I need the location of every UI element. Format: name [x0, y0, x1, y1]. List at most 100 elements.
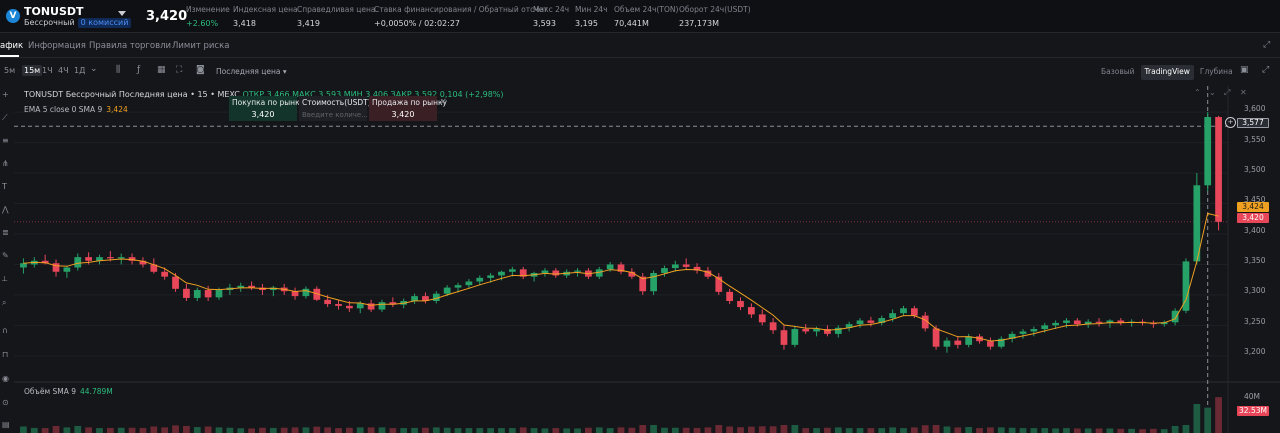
volume-bar	[422, 427, 429, 433]
candle-body	[726, 291, 734, 301]
volume-bar	[139, 427, 147, 433]
legend-title: TONUSDT Бессрочный Последняя цена • 15 •…	[24, 90, 240, 99]
chevron-down-icon: ▾	[282, 67, 287, 76]
volume-bar	[769, 426, 777, 433]
view-basic[interactable]: Базовый	[1097, 65, 1139, 80]
volume-bar	[1106, 428, 1114, 433]
candle-body	[443, 287, 451, 294]
horizontal-line-icon[interactable]: ≡	[2, 136, 9, 145]
price-tick: 3,350	[1244, 256, 1266, 265]
volume-bar	[530, 428, 538, 433]
candle-body	[965, 336, 973, 345]
close-pane-icon[interactable]: ✕	[1240, 88, 1247, 97]
tab-risk-limit[interactable]: Лимит риска	[172, 41, 229, 51]
fullscreen-icon[interactable]: ⛶	[176, 65, 182, 75]
timeframe-5m[interactable]: 5м	[4, 66, 15, 75]
visibility-icon[interactable]: ◉	[2, 374, 9, 383]
volume-bar	[987, 427, 994, 433]
tab-information[interactable]: Информация	[28, 41, 86, 51]
camera-icon[interactable]: ◙	[196, 65, 205, 75]
cursor-icon[interactable]: +	[2, 90, 9, 99]
candle-body	[1095, 321, 1103, 323]
volume-bar	[574, 428, 581, 433]
stat-label: Изменение	[186, 5, 230, 14]
market-sell-button[interactable]: Продажа по рынку 3,420	[369, 96, 447, 121]
calendar-icon[interactable]: ▣	[1240, 65, 1249, 75]
view-tradingview[interactable]: TradingView	[1140, 65, 1194, 80]
timeframe-1h[interactable]: 1Ч	[42, 66, 53, 75]
fib-icon[interactable]: ≣	[2, 228, 9, 237]
volume-bar	[1160, 429, 1168, 433]
add-alert-icon[interactable]: +	[1225, 117, 1236, 128]
candle-body	[476, 277, 484, 282]
arrow-up-icon[interactable]: ⌃	[1194, 88, 1201, 97]
volume-bar	[367, 427, 375, 433]
volume-bar	[791, 425, 799, 433]
trend-line-icon[interactable]: ⟋	[2, 113, 8, 123]
ema-price-tag: 3,424	[1237, 202, 1269, 212]
trash-icon[interactable]: ▤	[2, 420, 10, 429]
indicators-icon[interactable]: ƒ	[137, 65, 140, 75]
maximize-pane-icon[interactable]: ⤢	[1224, 88, 1230, 98]
timeframe-1d[interactable]: 1Д	[74, 66, 85, 75]
lock-icon[interactable]: ⊓	[2, 350, 8, 359]
brush-icon[interactable]: ✎	[2, 251, 9, 260]
volume-bar	[595, 427, 603, 433]
candle-body	[541, 270, 549, 273]
candle-body	[1204, 117, 1212, 186]
volume-bar	[302, 427, 310, 433]
candles-icon[interactable]: ⫼	[116, 65, 120, 75]
last-price-tag: 3,420	[1237, 213, 1269, 223]
price-type-select[interactable]: Последняя цена ▾	[216, 67, 287, 76]
layout-icon[interactable]: ▦	[157, 65, 166, 75]
volume-bar	[85, 427, 92, 433]
volume-bar	[606, 428, 614, 433]
stat-label: Объем 24ч(TON)	[614, 5, 679, 14]
volume-bar	[324, 427, 332, 433]
candle-body	[117, 257, 125, 259]
pitchfork-icon[interactable]: ⋔	[2, 159, 9, 168]
measure-icon[interactable]: ⟂	[2, 274, 7, 284]
volume-bar	[541, 428, 549, 433]
volume-bar	[465, 428, 473, 433]
arrow-down-icon[interactable]: ⌄	[1209, 88, 1216, 97]
candlestick-chart[interactable]	[14, 86, 1280, 433]
zoom-icon[interactable]: ⌕	[2, 298, 6, 308]
volume-bar	[976, 428, 983, 433]
ema-value: 3,424	[106, 105, 128, 114]
stat-low-24h: Мин 24ч 3,195	[575, 5, 608, 28]
divider	[0, 57, 1280, 58]
text-icon[interactable]: T	[2, 182, 7, 191]
expand-icon[interactable]: ⤢	[1262, 65, 1269, 75]
volume-tag: 32.53M	[1237, 406, 1269, 416]
volume-bar	[693, 427, 701, 433]
symbol-name[interactable]: TONUSDT	[24, 5, 84, 18]
candle-body	[574, 270, 581, 272]
candle-body	[183, 288, 190, 298]
volume-bar	[682, 427, 690, 433]
tab-trading-rules[interactable]: Правила торговли	[89, 41, 171, 51]
magnet-icon[interactable]: ∩	[2, 326, 8, 335]
cost-input[interactable]: Стоимость(USDT) Введите количе...	[299, 96, 371, 121]
eye-icon[interactable]: ⊙	[2, 398, 9, 407]
volume-legend: Объём SMA 9 44.789M	[24, 387, 113, 396]
ema-legend: EMA 5 close 0 SMA 9 3,424	[24, 105, 128, 114]
stat-label: Индексная цена	[233, 5, 298, 14]
timeframe-15m[interactable]: 15м	[22, 65, 43, 76]
volume-bar	[1117, 428, 1125, 433]
candle-body	[900, 308, 907, 314]
chevron-down-icon[interactable]	[118, 11, 126, 16]
view-depth[interactable]: Глубина	[1196, 65, 1237, 80]
collapse-icon[interactable]: ⤢	[1263, 40, 1270, 50]
stat-label: Ставка финансирования / Обратный отсчет	[374, 5, 548, 14]
tab-chart[interactable]: афик	[0, 41, 23, 51]
timeframe-4h[interactable]: 4Ч	[58, 66, 69, 75]
chart-area[interactable]: TONUSDT Бессрочный Последняя цена • 15 •…	[14, 86, 1280, 433]
market-buy-button[interactable]: Покупка по рынку 3,420	[229, 96, 304, 121]
volume-bar	[954, 427, 962, 433]
close-icon[interactable]: ✕	[440, 97, 447, 106]
chevron-down-icon[interactable]: ⌄	[90, 64, 98, 74]
volume-bar	[291, 427, 299, 433]
pattern-icon[interactable]: ⋀	[2, 205, 9, 214]
candle-body	[335, 304, 342, 306]
